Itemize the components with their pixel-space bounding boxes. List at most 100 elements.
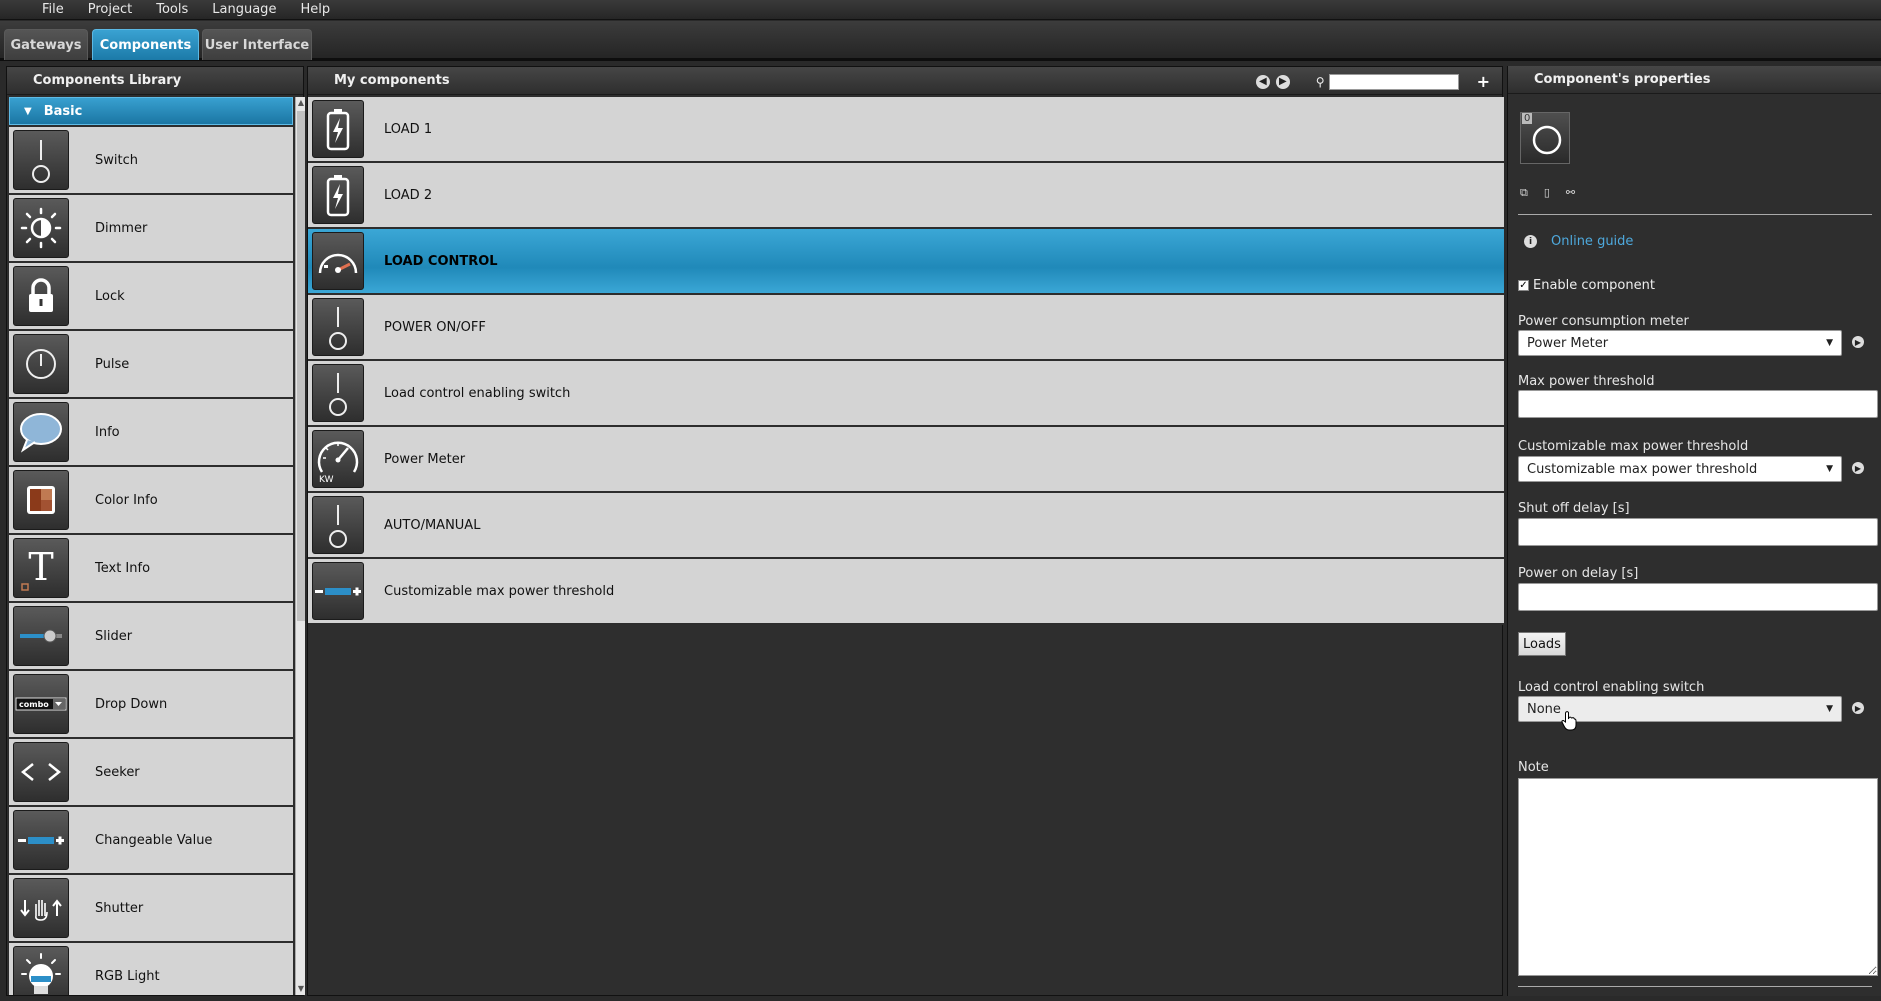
- go-to-custom-threshold-icon[interactable]: ▶: [1852, 462, 1864, 474]
- component-item-load-2[interactable]: LOAD 2: [308, 163, 1504, 229]
- shutter-icon: [13, 878, 69, 938]
- library-item-changeable-value[interactable]: Changeable Value: [9, 807, 293, 875]
- library-item-pulse[interactable]: Pulse: [9, 331, 293, 399]
- library-item-text-info[interactable]: T Text Info: [9, 535, 293, 603]
- dimmer-icon: [13, 198, 69, 258]
- components-library-panel: Components Library ▼ Basic Switch Dimmer…: [6, 66, 305, 996]
- component-item-load-control-enabling-switch[interactable]: Load control enabling switch: [308, 361, 1504, 427]
- max-threshold-input[interactable]: [1518, 390, 1878, 418]
- note-label: Note: [1518, 760, 1549, 775]
- menubar: File Project Tools Language Help: [0, 0, 1881, 20]
- battery-icon: [312, 100, 364, 158]
- component-label: LOAD CONTROL: [384, 253, 498, 269]
- component-item-load-control[interactable]: LOAD CONTROL: [308, 229, 1504, 295]
- online-guide-row: i Online guide: [1524, 234, 1633, 249]
- shut-off-delay-label: Shut off delay [s]: [1518, 501, 1630, 516]
- component-item-power-on-off[interactable]: POWER ON/OFF: [308, 295, 1504, 361]
- component-item-auto-manual[interactable]: AUTO/MANUAL: [308, 493, 1504, 559]
- enable-component-row: ✓ Enable component: [1518, 278, 1655, 293]
- library-item-label: Switch: [95, 152, 138, 168]
- power-meter-select[interactable]: Power Meter ▼: [1518, 330, 1842, 356]
- online-guide-link[interactable]: Online guide: [1551, 234, 1633, 249]
- svg-text:combo: combo: [19, 700, 49, 709]
- power-meter-label: Power consumption meter: [1518, 314, 1689, 329]
- category-basic[interactable]: ▼ Basic: [9, 97, 293, 125]
- power-on-delay-input[interactable]: [1518, 583, 1878, 611]
- library-item-dimmer[interactable]: Dimmer: [9, 195, 293, 263]
- my-components-panel: My components ◀ ▶ ⚲ + LOAD 1 LOAD 2 LOAD…: [307, 66, 1504, 996]
- arrow-left-icon[interactable]: ◀: [1255, 74, 1270, 89]
- component-item-power-meter[interactable]: KW Power Meter: [308, 427, 1504, 493]
- lock-icon: [13, 266, 69, 326]
- my-components-list: LOAD 1 LOAD 2 LOAD CONTROL POWER ON/OFF …: [308, 97, 1504, 625]
- component-item-load-1[interactable]: LOAD 1: [308, 97, 1504, 163]
- hand-cursor-icon: [1561, 711, 1577, 731]
- library-item-label: Changeable Value: [95, 832, 213, 848]
- enabling-switch-label: Load control enabling switch: [1518, 680, 1705, 695]
- pulse-icon: [13, 334, 69, 394]
- library-scrollbar[interactable]: ▲ ▼: [295, 97, 305, 995]
- chevron-down-icon: ▼: [1826, 704, 1833, 714]
- copy-icon[interactable]: ⧉: [1520, 186, 1528, 200]
- chevron-down-icon: ▼: [1826, 338, 1833, 348]
- component-item-customizable-max-power-threshold[interactable]: Customizable max power threshold: [308, 559, 1504, 625]
- tab-gateways[interactable]: Gateways: [4, 29, 88, 60]
- custom-threshold-select[interactable]: Customizable max power threshold ▼: [1518, 456, 1842, 482]
- menu-language[interactable]: Language: [212, 2, 276, 17]
- library-list: Switch Dimmer Lock Pulse Info Color Info…: [9, 127, 293, 995]
- shut-off-delay-input[interactable]: [1518, 518, 1878, 546]
- library-item-switch[interactable]: Switch: [9, 127, 293, 195]
- library-item-drop-down[interactable]: combo Drop Down: [9, 671, 293, 739]
- loads-button[interactable]: Loads: [1518, 632, 1566, 656]
- switch-icon: [312, 298, 364, 356]
- switch-icon: [312, 364, 364, 422]
- menu-file[interactable]: File: [42, 2, 64, 17]
- library-item-label: Slider: [95, 628, 133, 644]
- library-item-slider[interactable]: Slider: [9, 603, 293, 671]
- collapse-triangle-icon: ▼: [24, 105, 32, 117]
- scroll-down-arrow-icon[interactable]: ▼: [296, 983, 306, 995]
- library-item-label: Dimmer: [95, 220, 148, 236]
- trash-icon[interactable]: ▯: [1544, 186, 1550, 200]
- library-item-seeker[interactable]: Seeker: [9, 739, 293, 807]
- component-label: POWER ON/OFF: [384, 319, 486, 335]
- library-item-info[interactable]: Info: [9, 399, 293, 467]
- combo-icon: combo: [13, 674, 69, 734]
- arrow-right-icon[interactable]: ▶: [1275, 74, 1290, 89]
- properties-title: Component's properties: [1508, 66, 1881, 94]
- info-icon: i: [1524, 235, 1537, 248]
- go-to-enabling-switch-icon[interactable]: ▶: [1852, 702, 1864, 714]
- preview-toolbar: ⧉ ▯ ⚯: [1520, 186, 1591, 200]
- gauge-icon: [312, 232, 364, 290]
- preview-number: 0: [1522, 113, 1533, 124]
- component-label: Customizable max power threshold: [384, 583, 615, 599]
- seeker-icon: [13, 742, 69, 802]
- speech-bubble-icon: [13, 402, 69, 462]
- scroll-up-arrow-icon[interactable]: ▲: [296, 97, 306, 109]
- changeable-value-icon: [312, 562, 364, 620]
- enable-component-checkbox[interactable]: ✓: [1518, 280, 1529, 291]
- library-item-shutter[interactable]: Shutter: [9, 875, 293, 943]
- plus-icon[interactable]: +: [1477, 72, 1490, 91]
- library-item-label: RGB Light: [95, 968, 160, 984]
- properties-bottom-divider: [1518, 986, 1872, 987]
- menu-tools[interactable]: Tools: [156, 2, 188, 17]
- tab-components[interactable]: Components: [92, 29, 199, 60]
- enable-component-label: Enable component: [1533, 278, 1655, 293]
- menu-help[interactable]: Help: [300, 2, 330, 17]
- tab-user-interface[interactable]: User Interface: [202, 29, 312, 60]
- scroll-thumb[interactable]: [297, 111, 305, 621]
- library-item-lock[interactable]: Lock: [9, 263, 293, 331]
- library-item-rgb-light[interactable]: RGB Light: [9, 943, 293, 995]
- component-search-input[interactable]: [1328, 73, 1459, 90]
- menu-project[interactable]: Project: [88, 2, 132, 17]
- library-item-label: Text Info: [95, 560, 151, 576]
- component-preview[interactable]: 0: [1520, 112, 1570, 164]
- library-item-label: Color Info: [95, 492, 158, 508]
- category-label: Basic: [43, 103, 83, 119]
- library-item-color-info[interactable]: Color Info: [9, 467, 293, 535]
- note-textarea[interactable]: [1518, 778, 1878, 976]
- chevron-down-icon: ▼: [1826, 464, 1833, 474]
- link-icon[interactable]: ⚯: [1566, 186, 1575, 200]
- go-to-power-meter-icon[interactable]: ▶: [1852, 336, 1864, 348]
